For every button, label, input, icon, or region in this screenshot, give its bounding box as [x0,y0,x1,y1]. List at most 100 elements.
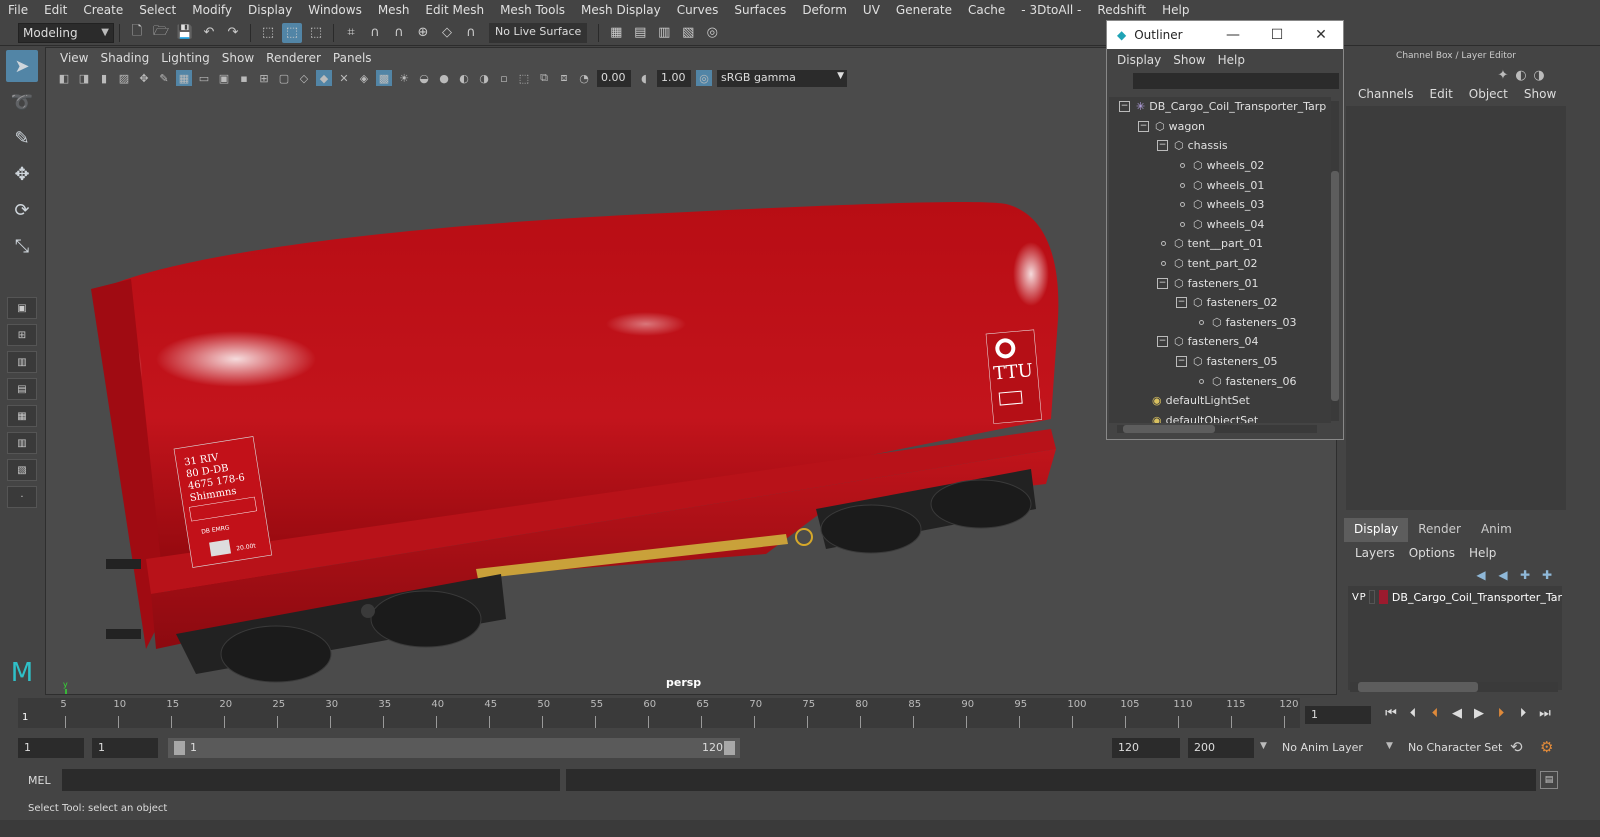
menu-item[interactable]: Select [131,3,184,17]
outliner-item[interactable]: − ⬡ chassis [1109,136,1331,156]
exposure-field[interactable]: 0.00 [597,69,631,87]
outliner-layout-icon[interactable]: ▥ [7,432,37,454]
snap-view-plane-icon[interactable]: ◇ [437,23,457,43]
outliner-tree[interactable]: − ✳ DB_Cargo_Coil_Transporter_Tarp − ⬡ wagon −… [1109,97,1331,423]
color-management-icon[interactable]: ◎ [696,70,712,86]
outliner-menu-item[interactable]: Show [1167,53,1211,67]
step-forward-frame-icon[interactable]: ⏵ [1512,706,1534,721]
viewport-menu-item[interactable]: Renderer [260,51,327,65]
outliner-item[interactable]: − ⬡ fasteners_05 [1109,352,1331,372]
single-perspective-layout-icon[interactable]: ▣ [7,297,37,319]
step-back-key-icon[interactable]: ⏴ [1424,706,1446,721]
menu-set-dropdown[interactable]: Modeling ▼ [18,22,114,43]
tab-display[interactable]: Display [1344,518,1409,542]
two-d-pan-icon[interactable]: ✥ [136,70,152,86]
layer-playback-toggle[interactable]: P [1360,592,1368,603]
chevron-down-icon[interactable]: ▼ [1260,741,1267,751]
select-component-icon[interactable]: ⬚ [306,23,326,43]
close-icon[interactable]: ✕ [1299,27,1343,43]
menu-item[interactable]: UV [855,3,888,17]
gamma-icon[interactable]: ◖ [636,70,652,86]
menu-item[interactable]: Cache [960,3,1013,17]
exposure-icon[interactable]: ◔ [576,70,592,86]
menu-item[interactable]: - 3DtoAll - [1013,3,1089,17]
channel-box-menu-item[interactable]: Show [1516,87,1564,101]
film-gate-icon[interactable]: ▭ [196,70,212,86]
go-to-start-icon[interactable]: ⏮ [1380,706,1402,721]
field-chart-icon[interactable]: ⊞ [256,70,272,86]
viewport-menu-item[interactable]: View [54,51,94,65]
menu-item[interactable]: Help [1154,3,1197,17]
outliner-item[interactable]: − ⬡ wagon [1109,117,1331,137]
channel-box-body[interactable] [1346,106,1566,510]
menu-item[interactable]: Mesh Tools [492,3,573,17]
outliner-item[interactable]: ⬡ tent_part_02 [1109,254,1331,274]
render-view-icon[interactable]: ▦ [606,23,626,43]
layer-display-type[interactable] [1369,590,1376,604]
layer-horizontal-scrollbar[interactable] [1350,682,1558,692]
camera-select-icon[interactable]: ◧ [56,70,72,86]
menu-item[interactable]: Display [240,3,300,17]
xray-icon[interactable]: ⬚ [516,70,532,86]
outliner-item[interactable]: − ⬡ fasteners_01 [1109,273,1331,293]
circle-icon[interactable]: ◐ [1512,68,1530,83]
grease-pencil-icon[interactable]: ✎ [156,70,172,86]
move-layer-up-icon[interactable]: ◀ [1470,568,1492,582]
snap-grid-icon[interactable]: ⌗ [341,23,361,43]
shadows-icon[interactable]: ☀ [396,70,412,86]
outliner-item[interactable]: ⬡ fasteners_06 [1109,371,1331,391]
open-scene-icon[interactable]: 🗁 [151,23,171,43]
hypershade-icon[interactable]: ◎ [702,23,722,43]
menu-item[interactable]: File [0,3,36,17]
scroll-thumb[interactable] [1123,425,1215,433]
tab-anim[interactable]: Anim [1471,518,1522,542]
menu-item[interactable]: Edit [36,3,75,17]
snap-projected-icon[interactable]: ⊕ [413,23,433,43]
persp-graph-layout-icon[interactable]: ▤ [7,378,37,400]
outliner-item[interactable]: − ⬡ fasteners_04 [1109,332,1331,352]
collapse-icon[interactable]: − [1157,140,1168,152]
tab-render[interactable]: Render [1408,518,1471,542]
gamma-field[interactable]: 1.00 [657,69,691,87]
persp-outliner-layout-icon[interactable]: ▥ [7,351,37,373]
outliner-horizontal-scrollbar[interactable] [1117,425,1317,433]
scale-tool-icon[interactable]: ⤡ [6,230,38,262]
collapse-icon[interactable]: − [1138,120,1149,132]
wireframe-on-shaded-icon[interactable]: ✕ [336,70,352,86]
auto-key-icon[interactable]: ⟲ [1510,738,1523,756]
make-live-icon[interactable]: ∩ [461,23,481,43]
collapse-icon[interactable]: − [1119,101,1130,113]
rotate-tool-icon[interactable]: ⟳ [6,194,38,226]
script-editor-icon[interactable]: ▤ [1540,771,1558,789]
anim-layer-dropdown[interactable]: No Anim Layer [1276,738,1369,758]
menu-item[interactable]: Surfaces [726,3,794,17]
paint-select-icon[interactable]: ✎ [6,122,38,154]
current-frame-field[interactable]: 1 [1305,706,1371,724]
menu-item[interactable]: Deform [794,3,855,17]
collapse-icon[interactable]: − [1157,336,1168,348]
resolution-gate-icon[interactable]: ▣ [216,70,232,86]
outliner-item[interactable]: − ✳ DB_Cargo_Coil_Transporter_Tarp [1109,97,1331,117]
snap-curve-icon[interactable]: ∩ [365,23,385,43]
menu-item[interactable]: Mesh Display [573,3,669,17]
viewport-menu-item[interactable]: Lighting [155,51,216,65]
outliner-item[interactable]: ⬡ tent__part_01 [1109,234,1331,254]
time-ruler[interactable]: 5 10 15 20 25 30 35 40 45 50 55 60 65 70 75 80 85 90 95 100… [18,698,1300,728]
viewport-menu-item[interactable]: Shading [94,51,155,65]
play-backwards-icon[interactable]: ◀ [1446,706,1468,721]
outliner-menu-item[interactable]: Help [1212,53,1251,67]
anti-alias-icon[interactable]: ◐ [456,70,472,86]
render-settings-icon[interactable]: ▧ [678,23,698,43]
scene-end-field[interactable]: 200 [1188,738,1254,758]
play-forwards-icon[interactable]: ▶ [1468,706,1490,721]
outliner-item[interactable]: ⬡ fasteners_03 [1109,313,1331,333]
outliner-titlebar[interactable]: ◆ Outliner — ☐ ✕ [1107,21,1343,49]
depth-of-field-icon[interactable]: ◑ [476,70,492,86]
collapse-icon[interactable]: − [1176,356,1187,368]
four-view-layout-icon[interactable]: ⊞ [7,324,37,346]
playback-start-field[interactable]: 1 [92,738,158,758]
character-set-dropdown[interactable]: No Character Set [1402,738,1508,758]
outliner-vertical-scrollbar[interactable] [1331,101,1339,421]
gate-mask-icon[interactable]: ▪ [236,70,252,86]
move-tool-icon[interactable]: ✥ [6,158,38,190]
